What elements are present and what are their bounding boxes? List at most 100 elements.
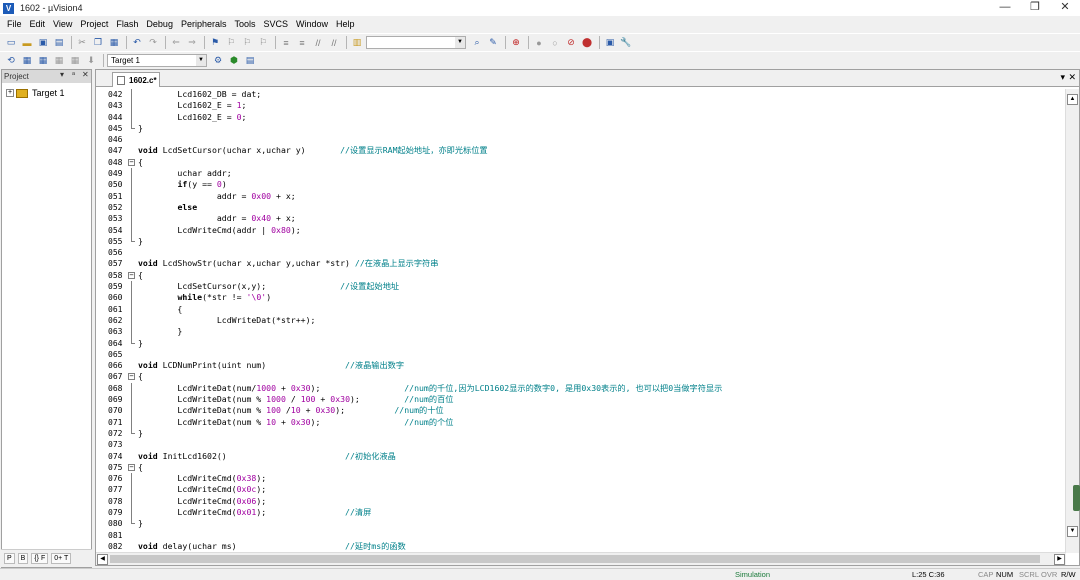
comment-icon[interactable]: // (311, 36, 325, 50)
tab-1602-c[interactable]: 1602.c* (112, 72, 160, 87)
code-line[interactable]: 077 LcdWriteCmd(0x0c); (96, 484, 1066, 496)
rebuild-icon[interactable]: ▦ (36, 54, 50, 68)
cut-icon[interactable]: ✂ (75, 36, 89, 50)
bookmark-prev-icon[interactable]: ⚐ (224, 36, 238, 50)
menu-project[interactable]: Project (76, 19, 112, 29)
download-icon[interactable]: ⬇ (84, 54, 98, 68)
code-line[interactable]: 072} (96, 427, 1066, 439)
paste-icon[interactable]: ▦ (107, 36, 121, 50)
find-in-files-icon[interactable]: ▥ (350, 36, 364, 50)
save-icon[interactable]: ▣ (36, 36, 50, 50)
close-tab-icon[interactable]: ✕ (1068, 72, 1076, 83)
bookmark-clear-icon[interactable]: ⚐ (256, 36, 270, 50)
maximize-button[interactable]: ❐ (1020, 0, 1050, 16)
code-line[interactable]: 046 (96, 134, 1066, 145)
tab-project[interactable]: P (4, 553, 15, 564)
code-line[interactable]: 069 LcdWriteDat(num % 1000 / 100 + 0x30)… (96, 394, 1066, 406)
menu-peripherals[interactable]: Peripherals (177, 19, 231, 29)
scroll-left-icon[interactable]: ◀ (97, 554, 108, 565)
side-grip[interactable] (1073, 485, 1080, 511)
breakpoint-disabled-icon[interactable]: ○ (548, 36, 562, 50)
batch-build-icon[interactable]: ▦ (52, 54, 66, 68)
fold-gutter[interactable]: − (128, 371, 136, 382)
expand-icon[interactable]: + (6, 89, 14, 97)
undo-icon[interactable]: ↶ (130, 36, 144, 50)
code-line[interactable]: 047 void LcdSetCursor(uchar x,uchar y) //… (96, 145, 1066, 156)
collapse-icon[interactable]: − (128, 373, 135, 381)
configure-icon[interactable]: 🔧 (619, 36, 633, 50)
code-line[interactable]: 060 while(*str != '\0') (96, 292, 1066, 304)
code-line[interactable]: 062 LcdWriteDat(*str++); (96, 314, 1066, 327)
tab-functions[interactable]: {} F (31, 553, 49, 564)
manage-components-icon[interactable]: ⬢ (227, 54, 241, 68)
nav-back-icon[interactable]: ⇐ (169, 36, 183, 50)
tab-list-icon[interactable]: ▾ (1060, 72, 1065, 83)
target-options-icon[interactable]: ⚙ (211, 54, 225, 68)
panel-menu-icon[interactable]: ▾ (60, 70, 64, 79)
find-combo[interactable]: ▼ (366, 36, 466, 49)
collapse-icon[interactable]: − (128, 463, 135, 471)
close-button[interactable]: ✕ (1050, 0, 1080, 16)
code-line[interactable]: 058−{ (96, 270, 1066, 281)
code-line[interactable]: 055} (96, 235, 1066, 247)
code-line[interactable]: 075−{ (96, 462, 1066, 473)
redo-icon[interactable]: ↷ (146, 36, 160, 50)
code-line[interactable]: 067−{ (96, 371, 1066, 382)
code-line[interactable]: 043 Lcd1602_E = 1; (96, 100, 1066, 112)
code-line[interactable]: 078 LcdWriteCmd(0x06); (96, 495, 1066, 507)
scroll-up-icon[interactable]: ▲ (1067, 94, 1078, 105)
code-line[interactable]: 042 Lcd1602_DB = dat; (96, 89, 1066, 101)
save-all-icon[interactable]: ▤ (52, 36, 66, 50)
incremental-find-icon[interactable]: ✎ (486, 36, 500, 50)
copy-icon[interactable]: ❐ (91, 36, 105, 50)
horizontal-scrollbar[interactable]: ◀ ▶ (96, 552, 1066, 565)
code-line[interactable]: 081 (96, 530, 1066, 541)
menu-help[interactable]: Help (332, 19, 359, 29)
menu-tools[interactable]: Tools (230, 19, 259, 29)
window-layout-icon[interactable]: ▣ (603, 36, 617, 50)
code-line[interactable]: 048−{ (96, 157, 1066, 168)
code-line[interactable]: 045} (96, 122, 1066, 134)
bookmark-next-icon[interactable]: ⚐ (240, 36, 254, 50)
tab-books[interactable]: B (17, 553, 29, 564)
scroll-thumb[interactable] (110, 555, 1040, 563)
collapse-icon[interactable]: − (128, 271, 135, 279)
tab-templates[interactable]: 0+ T (51, 553, 72, 564)
code-line[interactable]: 063 } (96, 326, 1066, 338)
code-line[interactable]: 054 LcdWriteCmd(addr | 0x80); (96, 224, 1066, 236)
fold-gutter[interactable]: − (128, 270, 136, 281)
menu-view[interactable]: View (49, 19, 76, 29)
scroll-down-icon[interactable]: ▼ (1067, 526, 1078, 537)
breakpoint-clear-icon[interactable]: ⊘ (564, 36, 578, 50)
code-line[interactable]: 080} (96, 518, 1066, 529)
code-line[interactable]: 044 Lcd1602_E = 0; (96, 111, 1066, 123)
bookmark-icon[interactable]: ⚑ (208, 36, 222, 50)
collapse-icon[interactable]: − (128, 158, 135, 166)
tree-item-target[interactable]: + Target 1 (2, 83, 91, 98)
nav-forward-icon[interactable]: ⇒ (185, 36, 199, 50)
minimize-button[interactable]: — (990, 0, 1020, 16)
code-line[interactable]: 052 else (96, 201, 1066, 214)
code-line[interactable]: 049 uchar addr; (96, 168, 1066, 180)
code-line[interactable]: 079 LcdWriteCmd(0x01); //清屏 (96, 506, 1066, 519)
code-area[interactable]: 042 Lcd1602_DB = dat; 043 Lcd1602_E = 1; 0… (96, 89, 1066, 553)
code-line[interactable]: 061 { (96, 303, 1066, 315)
find-icon[interactable]: ⌕ (470, 36, 484, 50)
build-icon[interactable]: ▦ (20, 54, 34, 68)
indent-icon[interactable]: ≡ (279, 36, 293, 50)
code-line[interactable]: 050 if(y == 0) (96, 179, 1066, 191)
code-line[interactable]: 059 LcdSetCursor(x,y); //设置起始地址 (96, 281, 1066, 293)
code-line[interactable]: 073 (96, 439, 1066, 450)
translate-icon[interactable]: ⟲ (4, 54, 18, 68)
code-line[interactable]: 053 addr = 0x40 + x; (96, 213, 1066, 225)
new-file-icon[interactable]: ▭ (4, 36, 18, 50)
close-icon[interactable]: ✕ (82, 70, 89, 79)
uncomment-icon[interactable]: // (327, 36, 341, 50)
code-line[interactable]: 070 LcdWriteDat(num % 100 /10 + 0x30); /… (96, 405, 1066, 417)
breakpoint-icon[interactable]: ● (532, 36, 546, 50)
code-line[interactable]: 071 LcdWriteDat(num % 10 + 0x30); //num的… (96, 416, 1066, 428)
code-line[interactable]: 082 void delay(uchar ms) //延时ms的函数 (96, 541, 1066, 552)
vertical-scrollbar[interactable]: ▲ ▼ (1065, 89, 1079, 553)
debug-start-icon[interactable]: ⊕ (509, 36, 523, 50)
code-line[interactable]: 051 addr = 0x00 + x; (96, 190, 1066, 202)
